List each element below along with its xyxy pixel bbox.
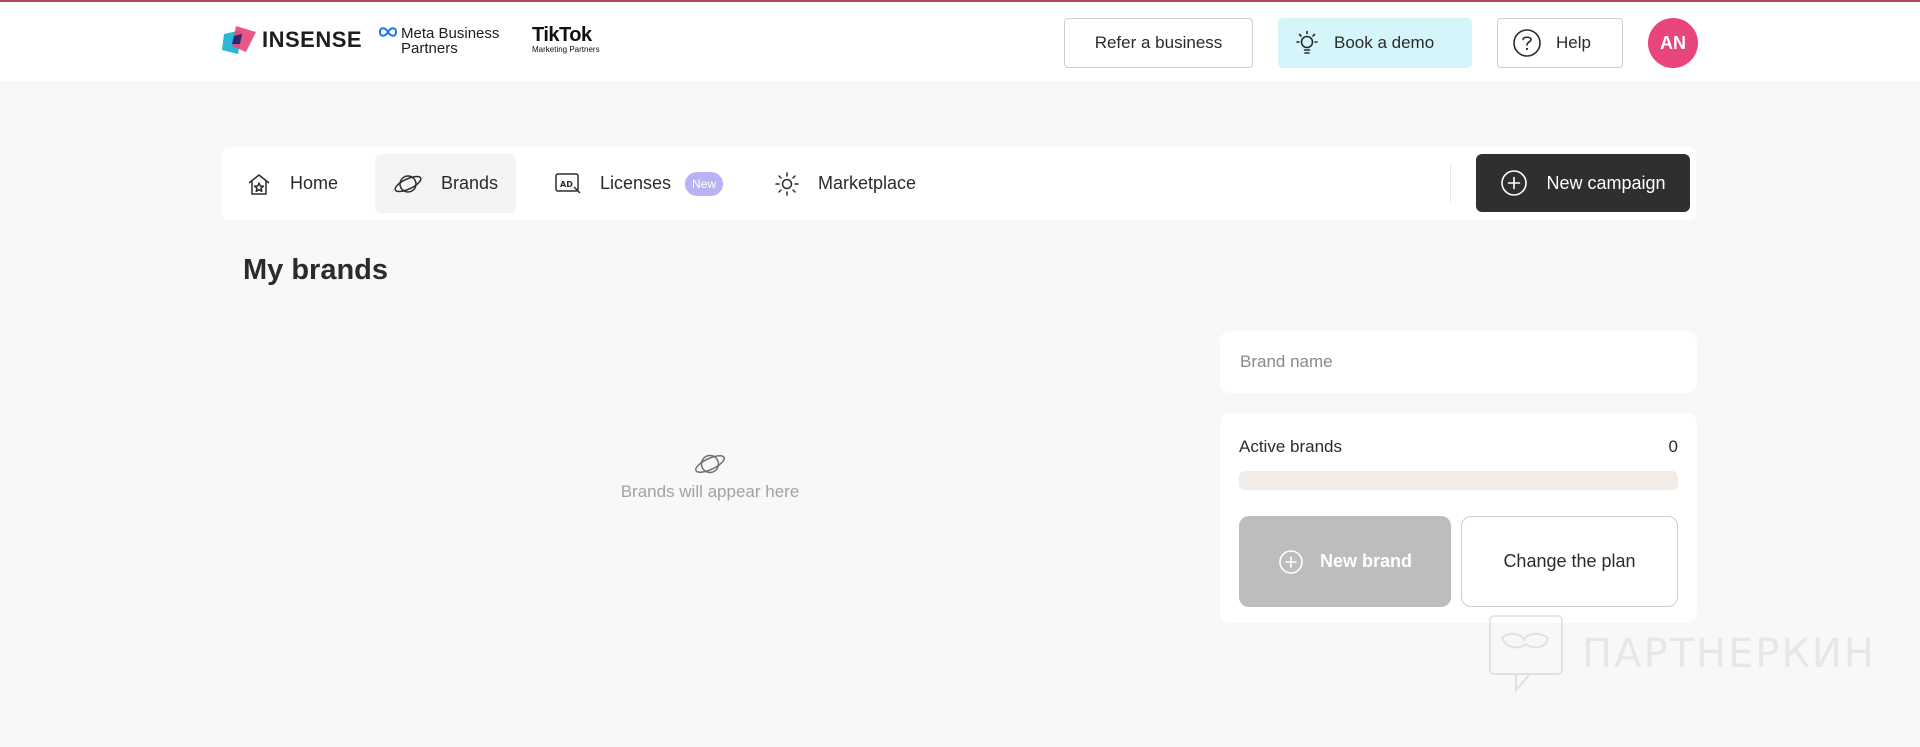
ad-icon: AD xyxy=(555,172,581,194)
empty-state-text: Brands will appear here xyxy=(620,482,800,501)
book-demo-label: Book a demo xyxy=(1334,33,1435,52)
tiktok-marketing-partners-logo: TikTok Marketing Partners xyxy=(532,25,600,54)
tiktok-logo-name: TikTok xyxy=(532,24,592,46)
plus-circle-icon xyxy=(1501,170,1528,196)
watermark-text: ПАРТНЕРКИН xyxy=(1582,631,1876,677)
meta-infinity-icon xyxy=(378,27,398,37)
sparkle-icon xyxy=(775,171,799,196)
change-plan-button[interactable]: Change the plan xyxy=(1461,516,1678,607)
planet-icon xyxy=(695,454,725,474)
nav-item-home[interactable]: Home xyxy=(228,154,356,213)
change-plan-label: Change the plan xyxy=(1503,551,1636,571)
active-brands-card: Active brands 0 New brand Change the pla… xyxy=(1220,413,1697,623)
insense-logo[interactable]: INSENSE xyxy=(222,24,362,56)
new-brand-label: New brand xyxy=(1319,551,1412,571)
avatar-initials: AN xyxy=(1660,32,1686,53)
brand-name-input[interactable] xyxy=(1220,331,1697,393)
nav-brands-label: Brands xyxy=(441,173,499,193)
nav-divider xyxy=(1450,165,1451,202)
help-label: Help xyxy=(1556,33,1591,52)
new-campaign-button[interactable]: New campaign xyxy=(1476,154,1690,212)
book-demo-button[interactable]: Book a demo xyxy=(1278,18,1472,68)
lightbulb-icon xyxy=(1296,30,1318,54)
help-button[interactable]: Help xyxy=(1497,18,1623,68)
nav-licenses-label: Licenses xyxy=(600,173,672,193)
nav-marketplace-label: Marketplace xyxy=(818,173,917,193)
planet-icon xyxy=(394,174,422,193)
active-brands-label: Active brands xyxy=(1239,437,1342,456)
nav-item-brands[interactable]: Brands xyxy=(375,154,517,213)
meta-business-partners-logo: Meta Business Partners xyxy=(378,26,499,56)
new-campaign-label: New campaign xyxy=(1546,172,1666,193)
refer-business-button[interactable]: Refer a business xyxy=(1064,18,1253,68)
new-badge: New xyxy=(685,171,724,196)
nav-item-marketplace[interactable]: Marketplace xyxy=(756,154,934,213)
question-circle-icon xyxy=(1513,29,1541,57)
insense-logo-mark-icon xyxy=(222,24,256,56)
main-nav: Home Brands AD Licenses New Marketplace … xyxy=(222,147,1696,220)
active-brands-progress-bar xyxy=(1239,471,1678,490)
svg-text:AD: AD xyxy=(560,180,573,189)
plus-circle-icon xyxy=(1279,549,1303,574)
brand-name-search xyxy=(1220,331,1697,393)
nav-item-licenses[interactable]: AD Licenses New xyxy=(536,154,741,213)
partnerkin-watermark: ПАРТНЕРКИН xyxy=(1488,614,1876,694)
meta-logo-line2: Partners xyxy=(401,40,458,57)
top-header: INSENSE Meta Business Partners TikTok Ma… xyxy=(0,0,1920,81)
user-avatar[interactable]: AN xyxy=(1648,18,1698,68)
refer-business-label: Refer a business xyxy=(1094,33,1223,52)
home-star-icon xyxy=(248,173,270,195)
brands-empty-state: Brands will appear here xyxy=(600,450,820,502)
insense-logo-text: INSENSE xyxy=(262,27,363,52)
page-title: My brands xyxy=(243,254,389,286)
nav-home-label: Home xyxy=(290,173,339,193)
tiktok-logo-sub: Marketing Partners xyxy=(532,45,600,54)
meta-logo-line1: Meta Business xyxy=(401,25,500,42)
new-brand-button[interactable]: New brand xyxy=(1239,516,1451,607)
chat-mask-icon xyxy=(1489,615,1563,693)
active-brands-count: 0 xyxy=(1668,437,1678,456)
